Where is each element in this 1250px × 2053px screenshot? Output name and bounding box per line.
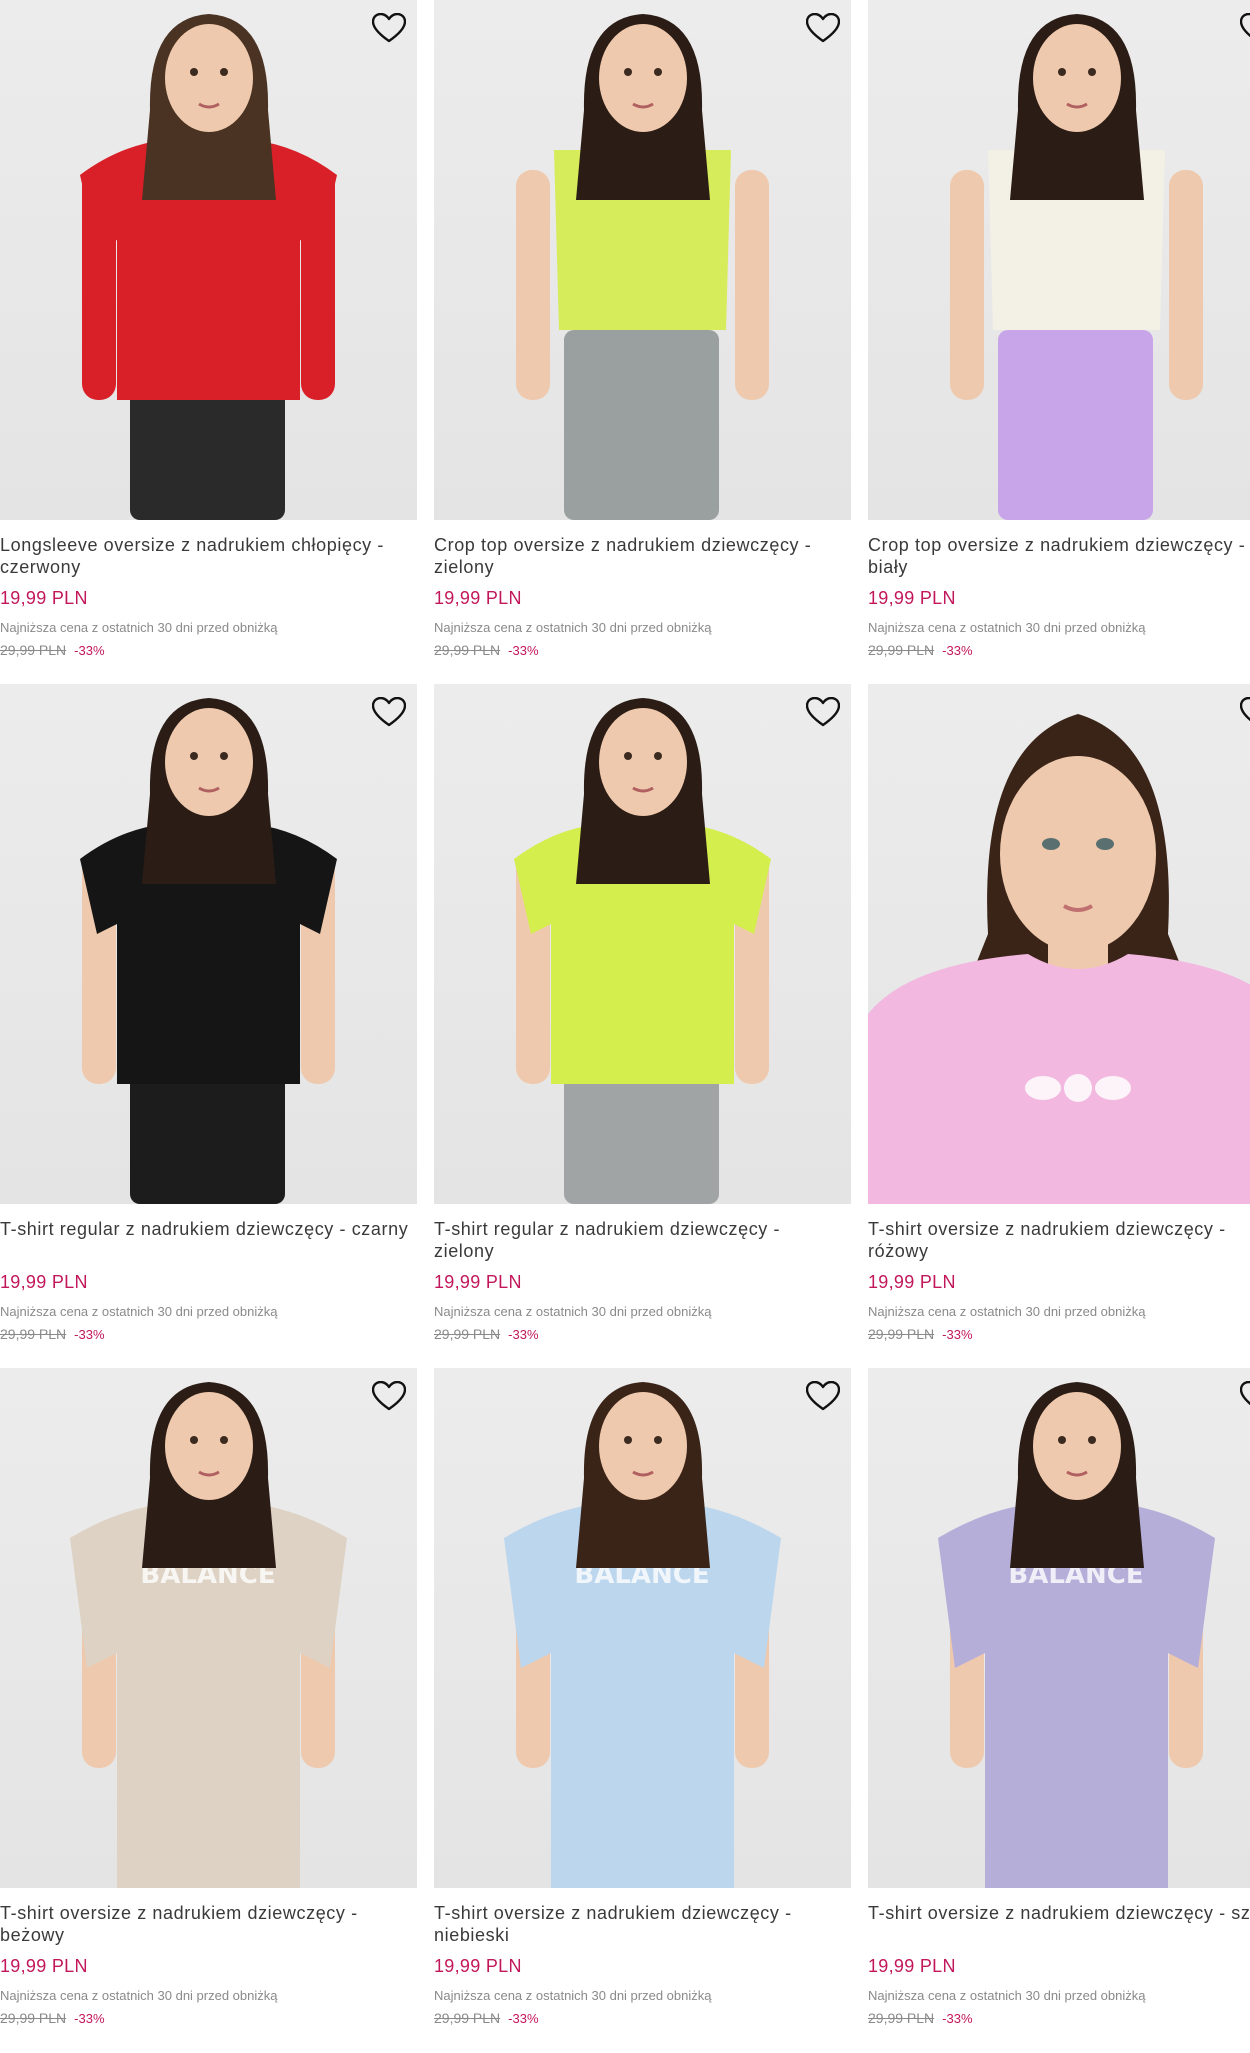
product-image[interactable] bbox=[434, 684, 851, 1204]
product-card[interactable]: Longsleeve oversize z nadrukiem chłopięc… bbox=[0, 0, 417, 685]
discount-badge: -33% bbox=[508, 2011, 539, 2026]
lowest-price-note: Najniższa cena z ostatnich 30 dni przed … bbox=[434, 1304, 712, 1319]
old-price-row: 29,99 PLN -33% bbox=[0, 642, 105, 659]
lowest-price-note: Najniższa cena z ostatnich 30 dni przed … bbox=[434, 620, 712, 635]
discount-badge: -33% bbox=[74, 1327, 105, 1342]
product-image[interactable] bbox=[0, 0, 417, 520]
old-price-row: 29,99 PLN -33% bbox=[434, 642, 539, 659]
model-illustration: BALANCE bbox=[504, 1382, 781, 1888]
old-price-row: 29,99 PLN -33% bbox=[434, 1326, 539, 1343]
favorite-heart-icon[interactable] bbox=[369, 8, 409, 48]
old-price-row: 29,99 PLN -33% bbox=[434, 2010, 539, 2027]
lowest-price-note: Najniższa cena z ostatnich 30 dni przed … bbox=[868, 620, 1146, 635]
product-title[interactable]: T-shirt regular z nadrukiem dziewczęcy -… bbox=[0, 1218, 410, 1240]
model-illustration bbox=[516, 14, 769, 520]
old-price-row: 29,99 PLN -33% bbox=[868, 2010, 973, 2027]
favorite-heart-icon[interactable] bbox=[369, 692, 409, 732]
product-price: 19,99 PLN bbox=[0, 1272, 88, 1292]
lowest-price-note: Najniższa cena z ostatnich 30 dni przed … bbox=[868, 1988, 1146, 2003]
old-price-row: 29,99 PLN -33% bbox=[0, 2010, 105, 2027]
model-illustration: BALANCE bbox=[938, 1382, 1215, 1888]
favorite-heart-icon[interactable] bbox=[803, 8, 843, 48]
favorite-heart-icon[interactable] bbox=[1237, 692, 1250, 732]
old-price-row: 29,99 PLN -33% bbox=[868, 1326, 973, 1343]
product-price: 19,99 PLN bbox=[868, 1272, 956, 1292]
old-price: 29,99 PLN bbox=[0, 642, 67, 658]
product-title[interactable]: Longsleeve oversize z nadrukiem chłopięc… bbox=[0, 534, 410, 578]
old-price: 29,99 PLN bbox=[0, 1326, 67, 1342]
product-card[interactable]: T-shirt regular z nadrukiem dziewczęcy -… bbox=[434, 684, 851, 1369]
discount-badge: -33% bbox=[508, 1327, 539, 1342]
product-image[interactable]: BALANCE bbox=[868, 1368, 1250, 1888]
model-illustration bbox=[950, 14, 1203, 520]
old-price-row: 29,99 PLN -33% bbox=[0, 1326, 105, 1343]
product-price: 19,99 PLN bbox=[0, 1956, 88, 1976]
product-price: 19,99 PLN bbox=[868, 1956, 956, 1976]
lowest-price-note: Najniższa cena z ostatnich 30 dni przed … bbox=[0, 1304, 278, 1319]
product-card[interactable]: BALANCE T-shirt oversize z nadrukiem dzie… bbox=[0, 1368, 417, 2053]
product-price: 19,99 PLN bbox=[434, 1956, 522, 1976]
product-card[interactable]: T-shirt regular z nadrukiem dziewczęcy -… bbox=[0, 684, 417, 1369]
discount-badge: -33% bbox=[942, 1327, 973, 1342]
product-image[interactable]: BALANCE bbox=[0, 1368, 417, 1888]
product-price: 19,99 PLN bbox=[0, 588, 88, 608]
product-card[interactable]: BALANCE T-shirt oversize z nadrukiem dzie… bbox=[434, 1368, 851, 2053]
product-title[interactable]: T-shirt regular z nadrukiem dziewczęcy -… bbox=[434, 1218, 844, 1262]
discount-badge: -33% bbox=[942, 643, 973, 658]
favorite-heart-icon[interactable] bbox=[803, 1376, 843, 1416]
favorite-heart-icon[interactable] bbox=[1237, 1376, 1250, 1416]
old-price-row: 29,99 PLN -33% bbox=[868, 642, 973, 659]
product-card[interactable]: Crop top oversize z nadrukiem dziewczęcy… bbox=[434, 0, 851, 685]
favorite-heart-icon[interactable] bbox=[803, 692, 843, 732]
model-illustration bbox=[80, 14, 337, 520]
old-price: 29,99 PLN bbox=[434, 642, 501, 658]
old-price: 29,99 PLN bbox=[868, 2010, 935, 2026]
favorite-heart-icon[interactable] bbox=[369, 1376, 409, 1416]
favorite-heart-icon[interactable] bbox=[1237, 8, 1250, 48]
product-title[interactable]: T-shirt oversize z nadrukiem dziewczęcy … bbox=[868, 1218, 1250, 1262]
product-title[interactable]: T-shirt oversize z nadrukiem dziewczęcy … bbox=[434, 1902, 844, 1946]
old-price: 29,99 PLN bbox=[0, 2010, 67, 2026]
product-card[interactable]: T-shirt oversize z nadrukiem dziewczęcy … bbox=[868, 684, 1250, 1369]
model-illustration bbox=[80, 698, 337, 1204]
product-card[interactable]: Crop top oversize z nadrukiem dziewczęcy… bbox=[868, 0, 1250, 685]
discount-badge: -33% bbox=[74, 643, 105, 658]
lowest-price-note: Najniższa cena z ostatnich 30 dni przed … bbox=[0, 620, 278, 635]
product-card[interactable]: BALANCE T-shirt oversize z nadrukiem dzie… bbox=[868, 1368, 1250, 2053]
model-illustration: BALANCE bbox=[70, 1382, 347, 1888]
lowest-price-note: Najniższa cena z ostatnich 30 dni przed … bbox=[434, 1988, 712, 2003]
discount-badge: -33% bbox=[508, 643, 539, 658]
product-image[interactable] bbox=[434, 0, 851, 520]
product-price: 19,99 PLN bbox=[868, 588, 956, 608]
product-image[interactable]: BALANCE bbox=[434, 1368, 851, 1888]
product-price: 19,99 PLN bbox=[434, 1272, 522, 1292]
discount-badge: -33% bbox=[942, 2011, 973, 2026]
product-image[interactable] bbox=[0, 684, 417, 1204]
old-price: 29,99 PLN bbox=[868, 642, 935, 658]
old-price: 29,99 PLN bbox=[868, 1326, 935, 1342]
product-title[interactable]: T-shirt oversize z nadrukiem dziewczęcy … bbox=[0, 1902, 410, 1946]
old-price: 29,99 PLN bbox=[434, 2010, 501, 2026]
discount-badge: -33% bbox=[74, 2011, 105, 2026]
product-image[interactable] bbox=[868, 684, 1250, 1204]
product-title[interactable]: Crop top oversize z nadrukiem dziewczęcy… bbox=[434, 534, 844, 578]
model-illustration bbox=[868, 714, 1250, 1204]
product-title[interactable]: T-shirt oversize z nadrukiem dziewczęcy … bbox=[868, 1902, 1250, 1924]
product-title[interactable]: Crop top oversize z nadrukiem dziewczęcy… bbox=[868, 534, 1250, 578]
old-price: 29,99 PLN bbox=[434, 1326, 501, 1342]
lowest-price-note: Najniższa cena z ostatnich 30 dni przed … bbox=[0, 1988, 278, 2003]
product-price: 19,99 PLN bbox=[434, 588, 522, 608]
model-illustration bbox=[514, 698, 771, 1204]
product-image[interactable] bbox=[868, 0, 1250, 520]
lowest-price-note: Najniższa cena z ostatnich 30 dni przed … bbox=[868, 1304, 1146, 1319]
